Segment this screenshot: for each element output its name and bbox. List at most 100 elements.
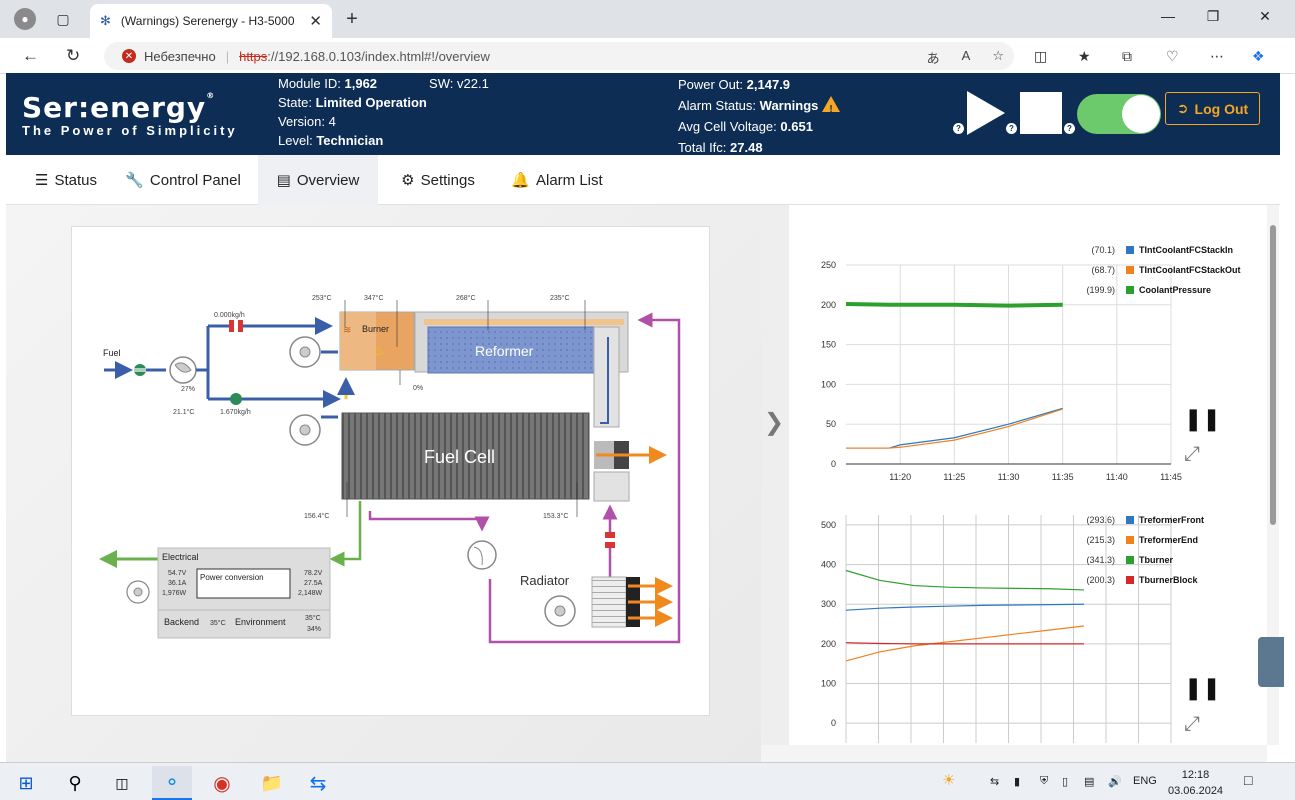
- reformer-temp-1: 268°C: [456, 294, 476, 302]
- weather-icon[interactable]: ☀: [942, 771, 955, 789]
- refresh-icon[interactable]: ↻: [66, 46, 80, 66]
- file-explorer-icon[interactable]: 📁: [252, 766, 292, 800]
- level-value: Technician: [316, 133, 384, 148]
- stop-button[interactable]: [1020, 92, 1062, 134]
- browser-essentials-icon[interactable]: ♡: [1166, 48, 1179, 65]
- browser-tab[interactable]: ✻ (Warnings) Serenergy - H3-5000 ✕: [90, 4, 332, 38]
- burner-fuel-flow: 0.000kg/h: [214, 312, 245, 319]
- version-value: 4: [328, 114, 336, 129]
- nav-tabs: ☰ Status 🔧 Control Panel ▤ Overview ⚙ Settin…: [6, 155, 1280, 205]
- legend-current-value: (68.7): [1091, 265, 1115, 275]
- taskbar-clock[interactable]: 12:18 03.06.2024: [1168, 767, 1223, 799]
- collections-icon[interactable]: ⧉: [1122, 48, 1132, 65]
- y-tick-label: 300: [821, 599, 836, 609]
- tab-overview[interactable]: ▤ Overview: [258, 155, 378, 205]
- usb-tray-icon[interactable]: ▯: [1062, 775, 1068, 788]
- fuel-blower-icon: [169, 356, 197, 384]
- fuel-temperature: 21.1°C: [173, 408, 194, 416]
- teamviewer-tray-icon[interactable]: ⇆: [990, 775, 999, 788]
- cabinet-fan-icon: [126, 580, 150, 604]
- minimize-icon[interactable]: —: [1153, 8, 1183, 24]
- backend-temp: 35°C: [210, 619, 226, 627]
- back-icon[interactable]: ←: [22, 46, 39, 66]
- favorites-icon[interactable]: ★: [1078, 48, 1091, 65]
- radiator-fan-icon: [544, 595, 576, 627]
- chrome-icon[interactable]: ◉: [202, 766, 242, 800]
- task-view-icon[interactable]: ◫: [102, 766, 142, 800]
- windows-start-icon[interactable]: ⊞: [6, 766, 46, 800]
- security-tray-icon[interactable]: ⛨: [1040, 775, 1048, 788]
- sw-version-value: v22.1: [457, 76, 489, 91]
- start-button[interactable]: [967, 91, 1005, 135]
- teamviewer-icon[interactable]: ⇆: [298, 766, 338, 800]
- series-line-CoolantPressure: [845, 302, 1063, 308]
- legend-current-value: (215.3): [1086, 535, 1115, 545]
- flame-icon: ♨: [372, 342, 385, 358]
- backend-label: Backend: [164, 617, 199, 627]
- tab-actions-icon[interactable]: ▢: [53, 9, 73, 29]
- tab-status[interactable]: ☰ Status: [16, 155, 116, 205]
- electrical-label: Electrical: [162, 552, 199, 562]
- x-tick-label: 11:40: [1106, 472, 1128, 482]
- radiator-label: Radiator: [520, 573, 570, 588]
- legend-series-name: Tburner: [1139, 555, 1173, 565]
- fuel-valve-icon: [134, 364, 146, 376]
- close-tab-icon[interactable]: ✕: [309, 12, 322, 30]
- stop-help-icon[interactable]: ?: [1006, 123, 1017, 134]
- pc-current: 27.5A: [304, 580, 323, 587]
- tab-control-panel[interactable]: 🔧 Control Panel: [118, 155, 248, 205]
- logout-button[interactable]: ➲ Log Out: [1165, 92, 1260, 125]
- scrollbar-thumb[interactable]: [1270, 225, 1276, 525]
- toggle-help-icon[interactable]: ?: [1064, 123, 1075, 134]
- more-menu-icon[interactable]: ⋯: [1210, 48, 1224, 65]
- browser-tab-strip: ● ▢ ✻ (Warnings) Serenergy - H3-5000 ✕ +…: [0, 0, 1295, 38]
- restore-icon[interactable]: ❐: [1198, 8, 1228, 25]
- volume-icon[interactable]: 🔊: [1108, 775, 1122, 788]
- enable-toggle[interactable]: [1077, 94, 1161, 134]
- teamviewer-panel-handle[interactable]: [1258, 637, 1284, 687]
- translate-icon[interactable]: あ: [927, 48, 940, 67]
- security-label[interactable]: Небезпечно: [144, 49, 216, 64]
- legend-series-name: TreformerEnd: [1139, 535, 1198, 545]
- collapse-panel-chevron-icon[interactable]: ❯: [764, 408, 784, 437]
- blower-percent: 27%: [181, 386, 195, 393]
- copilot-icon[interactable]: ❖: [1252, 48, 1265, 65]
- address-bar[interactable]: ✕ Небезпечно | https ://192.168.0.103/in…: [104, 42, 1014, 70]
- pc-voltage: 78.2V: [304, 570, 323, 577]
- favorite-star-icon[interactable]: ☆: [992, 48, 1004, 67]
- avg-cell-voltage-value: 0.651: [780, 119, 813, 134]
- fullscreen-chart2-icon[interactable]: ⤢: [1184, 713, 1200, 736]
- network-icon[interactable]: ▤: [1084, 775, 1094, 788]
- horizontal-scrollbar[interactable]: [761, 745, 1267, 762]
- power-out-value: 2,147.9: [746, 77, 791, 92]
- legend-swatch: [1126, 536, 1134, 544]
- y-tick-label: 200: [821, 300, 836, 310]
- charts-panel: 0 50 100 150 200 250 11:20 11:25 11:30 11:35 11:40…: [789, 205, 1267, 745]
- read-aloud-icon[interactable]: A: [962, 48, 971, 67]
- new-tab-icon[interactable]: +: [342, 8, 362, 30]
- logout-icon: ➲: [1176, 100, 1189, 116]
- sliders-icon: ☰: [35, 172, 49, 189]
- legend-current-value: (199.9): [1086, 285, 1115, 295]
- wrench-icon: 🔧: [125, 172, 144, 189]
- notifications-icon[interactable]: □: [1244, 772, 1252, 788]
- reformer-temp-chart: 0 100 200 300 400 500 (293.6) TreformerFront (21…: [821, 515, 1204, 743]
- search-icon[interactable]: ⚲: [55, 766, 95, 800]
- close-window-icon[interactable]: ✕: [1250, 8, 1280, 25]
- pause-chart2-icon[interactable]: ❚❚: [1184, 675, 1221, 701]
- tab-settings[interactable]: ⚙ Settings: [388, 155, 488, 205]
- edge-icon[interactable]: ⚬: [152, 766, 192, 800]
- pause-chart1-icon[interactable]: ❚❚: [1184, 406, 1221, 432]
- language-indicator[interactable]: ENG: [1133, 775, 1157, 787]
- play-help-icon[interactable]: ?: [953, 123, 964, 134]
- not-secure-icon: ✕: [122, 49, 136, 63]
- battery-tray-icon[interactable]: ▮: [1014, 775, 1020, 788]
- fullscreen-chart1-icon[interactable]: ⤢: [1184, 443, 1200, 466]
- profile-icon[interactable]: ●: [14, 8, 36, 30]
- split-screen-icon[interactable]: ◫: [1034, 48, 1047, 65]
- system-diagram-svg: Fuel 27% 21.1°C 0.000kg/h 1.670kg/h Burn…: [99, 294, 681, 644]
- list-icon: ▤: [276, 172, 291, 189]
- environment-temp: 35°C: [305, 614, 321, 622]
- tab-alarm-list[interactable]: 🔔 Alarm List: [502, 155, 612, 205]
- legend-current-value: (341.3): [1086, 555, 1115, 565]
